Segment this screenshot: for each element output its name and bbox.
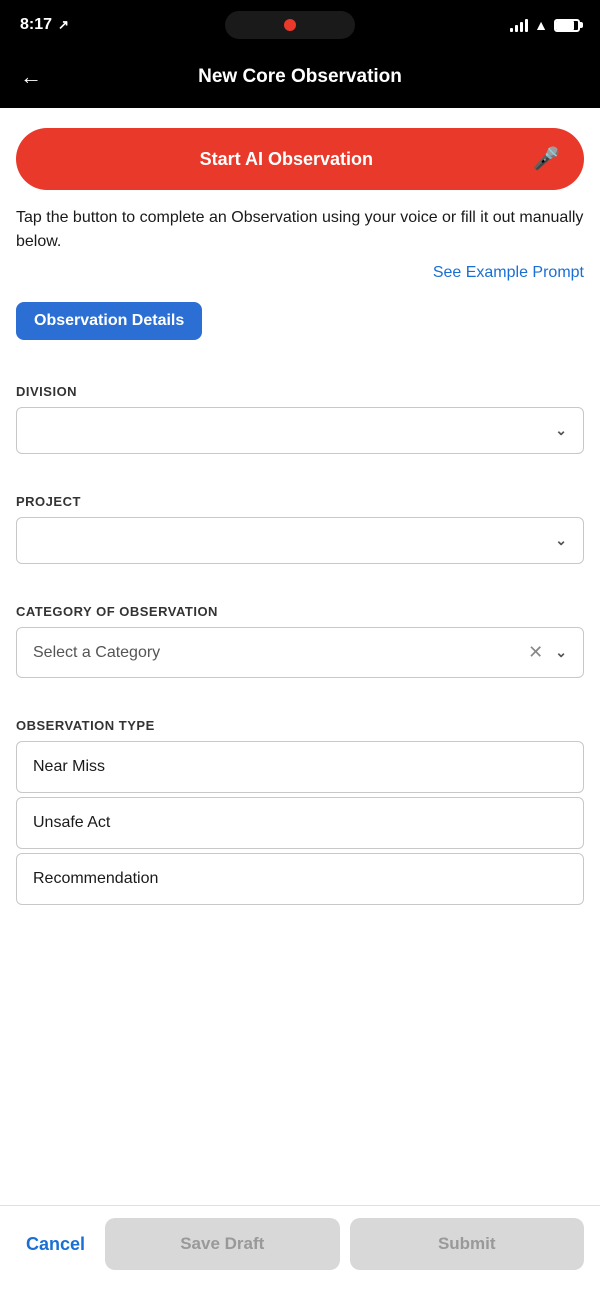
- observation-type-group: OBSERVATION TYPE Near Miss Unsafe Act Re…: [16, 698, 584, 905]
- description-text: Tap the button to complete an Observatio…: [16, 206, 584, 254]
- observation-type-label: OBSERVATION TYPE: [16, 718, 584, 733]
- save-draft-button[interactable]: Save Draft: [105, 1218, 339, 1270]
- location-icon: ↗: [58, 17, 69, 33]
- chevron-down-icon: ⌄: [555, 532, 567, 549]
- project-group: PROJECT ⌄: [16, 474, 584, 564]
- wifi-icon: ▲: [534, 17, 548, 33]
- division-dropdown[interactable]: ⌄: [16, 407, 584, 454]
- observation-details-badge[interactable]: Observation Details: [16, 302, 202, 340]
- division-label: DIVISION: [16, 384, 584, 399]
- page-title: New Core Observation: [198, 66, 402, 88]
- see-example-prompt-link[interactable]: See Example Prompt: [433, 264, 584, 281]
- microphone-icon: 🎤: [533, 146, 560, 172]
- status-time: 8:17: [20, 16, 52, 34]
- project-dropdown[interactable]: ⌄: [16, 517, 584, 564]
- ai-button-label: Start AI Observation: [40, 149, 533, 170]
- category-icons: ✕ ⌄: [528, 642, 567, 663]
- submit-button[interactable]: Submit: [350, 1218, 584, 1270]
- battery-icon: [554, 19, 580, 32]
- recording-indicator: [284, 19, 296, 31]
- project-label: PROJECT: [16, 494, 584, 509]
- cancel-button[interactable]: Cancel: [16, 1220, 95, 1269]
- example-prompt-container: See Example Prompt: [16, 264, 584, 282]
- start-ai-observation-button[interactable]: Start AI Observation 🎤: [16, 128, 584, 190]
- header: ← New Core Observation: [0, 50, 600, 108]
- status-bar: 8:17 ↗ ▲: [0, 0, 600, 50]
- bottom-action-bar: Cancel Save Draft Submit: [0, 1205, 600, 1300]
- category-group: CATEGORY OF OBSERVATION Select a Categor…: [16, 584, 584, 678]
- main-content: Start AI Observation 🎤 Tap the button to…: [0, 108, 600, 1025]
- dynamic-island: [225, 11, 355, 39]
- category-value: Select a Category: [33, 644, 528, 662]
- obs-type-unsafe-act[interactable]: Unsafe Act: [16, 797, 584, 849]
- chevron-down-icon: ⌄: [555, 644, 567, 661]
- signal-icon: [510, 18, 528, 32]
- category-dropdown[interactable]: Select a Category ✕ ⌄: [16, 627, 584, 678]
- clear-icon[interactable]: ✕: [528, 642, 543, 663]
- obs-type-near-miss[interactable]: Near Miss: [16, 741, 584, 793]
- obs-type-recommendation[interactable]: Recommendation: [16, 853, 584, 905]
- division-group: DIVISION ⌄: [16, 364, 584, 454]
- category-label: CATEGORY OF OBSERVATION: [16, 604, 584, 619]
- back-button[interactable]: ←: [20, 64, 42, 90]
- chevron-down-icon: ⌄: [555, 422, 567, 439]
- form: DIVISION ⌄ PROJECT ⌄ CATEGORY OF OBSERVA…: [16, 364, 584, 905]
